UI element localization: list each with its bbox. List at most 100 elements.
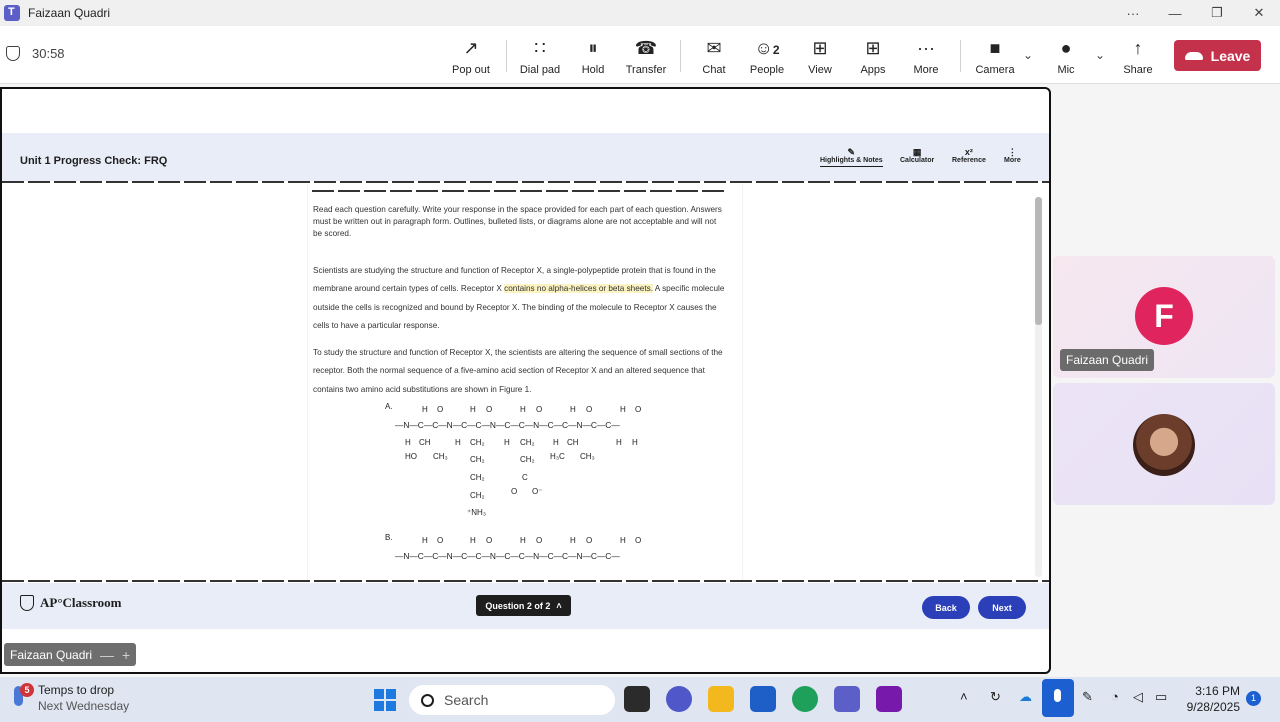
svg-text:CH₃: CH₃	[580, 452, 595, 461]
participant-tile[interactable]: F Faizaan Quadri	[1053, 256, 1275, 378]
apps-button[interactable]: ⊞ Apps	[843, 36, 903, 76]
figure-label-b: B.	[385, 533, 393, 542]
onenote-icon[interactable]	[876, 686, 902, 712]
onedrive-cloud-icon[interactable]: ☁	[1019, 689, 1032, 705]
mic-button[interactable]: ● Mic	[1036, 36, 1096, 76]
pen-icon[interactable]: ✎	[1082, 689, 1093, 705]
svg-text:H: H	[620, 536, 626, 545]
leave-button[interactable]: Leave	[1174, 40, 1261, 71]
zoom-out-button[interactable]: —	[100, 647, 114, 663]
svg-text:H: H	[422, 405, 428, 414]
ap-footer: AP°Classroom Question 2 of 2 ˄ Back Next	[2, 583, 1049, 629]
popout-button[interactable]: ↗ Pop out	[441, 36, 501, 76]
volume-icon[interactable]: ◁	[1133, 689, 1143, 705]
svg-text:O: O	[536, 536, 542, 545]
dialpad-button[interactable]: ∷ Dial pad	[510, 36, 570, 76]
svg-text:H: H	[520, 536, 526, 545]
chat-button[interactable]: ✉ Chat	[684, 36, 744, 76]
weather-badge: 5	[20, 683, 34, 697]
taskbar-search[interactable]: Search	[409, 685, 615, 715]
tray-overflow-chevron-icon[interactable]: ˄	[960, 689, 968, 704]
svg-text:H: H	[455, 438, 461, 447]
mic-in-use-icon[interactable]	[1042, 679, 1074, 717]
reference-button[interactable]: x² Reference	[952, 147, 986, 164]
more-icon: ···	[917, 38, 935, 58]
question-top-rule	[312, 190, 724, 192]
calculator-icon: ▦	[912, 147, 922, 157]
more-options-icon[interactable]: ···	[1112, 6, 1154, 21]
view-button[interactable]: ⊞ View	[790, 36, 850, 76]
maximize-button[interactable]: ❐	[1196, 5, 1238, 21]
people-button[interactable]: ☺2 People	[737, 36, 797, 76]
share-button[interactable]: ↑ Share	[1108, 36, 1168, 76]
teams-icon[interactable]	[834, 686, 860, 712]
avatar: F	[1135, 287, 1193, 345]
svg-text:H: H	[632, 438, 638, 447]
file-explorer-icon[interactable]	[708, 686, 734, 712]
divider	[2, 181, 1049, 183]
svg-text:⁺NH₃: ⁺NH₃	[467, 508, 486, 517]
highlights-notes-button[interactable]: ✎ Highlights & Notes	[820, 147, 883, 167]
svg-text:CH: CH	[419, 438, 431, 447]
figure-1-peptide-structure: A. —N—C—C—N—C—C—N—C—C—N—C—C—N—C—C— HO HO…	[385, 402, 641, 561]
svg-text:H: H	[504, 438, 510, 447]
close-button[interactable]: ✕	[1238, 5, 1280, 21]
calculator-button[interactable]: ▦ Calculator	[900, 147, 934, 164]
windows-taskbar: 5 Temps to drop Next Wednesday Search ˄ …	[0, 677, 1280, 722]
transfer-button[interactable]: ☎ Transfer	[616, 36, 676, 76]
thermometer-icon: 5	[10, 683, 34, 709]
teams-chat-icon[interactable]	[666, 686, 692, 712]
svg-text:H: H	[620, 405, 626, 414]
start-button[interactable]	[374, 689, 396, 711]
search-icon	[421, 693, 434, 707]
content-scrollbar[interactable]	[1035, 197, 1042, 577]
zoom-in-button[interactable]: +	[122, 647, 130, 663]
vertical-dots-icon: ⋮	[1007, 147, 1017, 157]
svg-text:O: O	[511, 487, 517, 496]
camera-options-chevron-icon[interactable]: ⌄	[1023, 48, 1033, 62]
battery-icon[interactable]: ▭	[1155, 689, 1167, 705]
call-timer: 30:58	[6, 46, 65, 61]
top-atoms-b: HO HO HO HO HO	[422, 536, 641, 545]
chat-icon: ✉	[706, 38, 722, 58]
shared-screen: Unit 1 Progress Check: FRQ ✎ Highlights …	[0, 87, 1051, 674]
hold-button[interactable]: ⏸ Hold	[563, 36, 623, 76]
edge-icon[interactable]	[792, 686, 818, 712]
window-title: Faizaan Quadri	[28, 6, 111, 20]
scrollbar-thumb[interactable]	[1035, 197, 1042, 325]
svg-text:O: O	[635, 536, 641, 545]
window-controls: ··· — ❐ ✕	[1112, 0, 1280, 26]
side-chains-a: H CH HO CH₃ H CH₂ CH₂CH₂ CH₂⁺NH₃ H CH₂ CH₂C …	[405, 438, 638, 517]
camera-button[interactable]: ■ Camera	[965, 36, 1025, 76]
more-button[interactable]: ··· More	[896, 36, 956, 76]
highlighted-text[interactable]: contains no alpha-helices or beta sheets…	[504, 284, 653, 294]
question-navigator-button[interactable]: Question 2 of 2 ˄	[476, 595, 571, 616]
camera-off-icon: ■	[989, 38, 1001, 58]
top-atoms-a: HO HO HO HO HO	[422, 405, 641, 414]
svg-text:H: H	[553, 438, 559, 447]
minimize-button[interactable]: —	[1154, 6, 1196, 21]
ap-more-button[interactable]: ⋮ More	[1004, 147, 1021, 164]
svg-text:CH₃: CH₃	[433, 452, 448, 461]
call-toolbar: 30:58 ↗ Pop out ∷ Dial pad ⏸ Hold ☎ Tran…	[0, 26, 1280, 84]
sync-icon[interactable]: ↻	[990, 689, 1001, 705]
task-view-icon[interactable]	[624, 686, 650, 712]
notification-badge[interactable]: 1	[1246, 691, 1261, 706]
store-icon[interactable]	[750, 686, 776, 712]
participant-name: Faizaan Quadri	[1060, 349, 1155, 371]
ap-header: Unit 1 Progress Check: FRQ ✎ Highlights …	[2, 133, 1049, 181]
mic-options-chevron-icon[interactable]: ⌄	[1095, 48, 1105, 62]
teams-logo-icon	[4, 5, 20, 21]
svg-text:CH₂: CH₂	[470, 473, 485, 482]
participant-tile[interactable]	[1053, 383, 1275, 505]
mic-icon: ●	[1060, 38, 1072, 58]
back-button[interactable]: Back	[922, 596, 970, 619]
figure-label-a: A.	[385, 402, 393, 411]
svg-text:C: C	[522, 473, 528, 482]
question-paragraph-1: Scientists are studying the structure an…	[313, 266, 725, 330]
svg-text:H: H	[520, 405, 526, 414]
wifi-icon[interactable]: ◔	[1111, 689, 1119, 704]
next-button[interactable]: Next	[978, 596, 1026, 619]
weather-widget[interactable]: 5 Temps to drop Next Wednesday	[10, 683, 129, 713]
clock[interactable]: 3:16 PM 9/28/2025	[1178, 683, 1240, 715]
